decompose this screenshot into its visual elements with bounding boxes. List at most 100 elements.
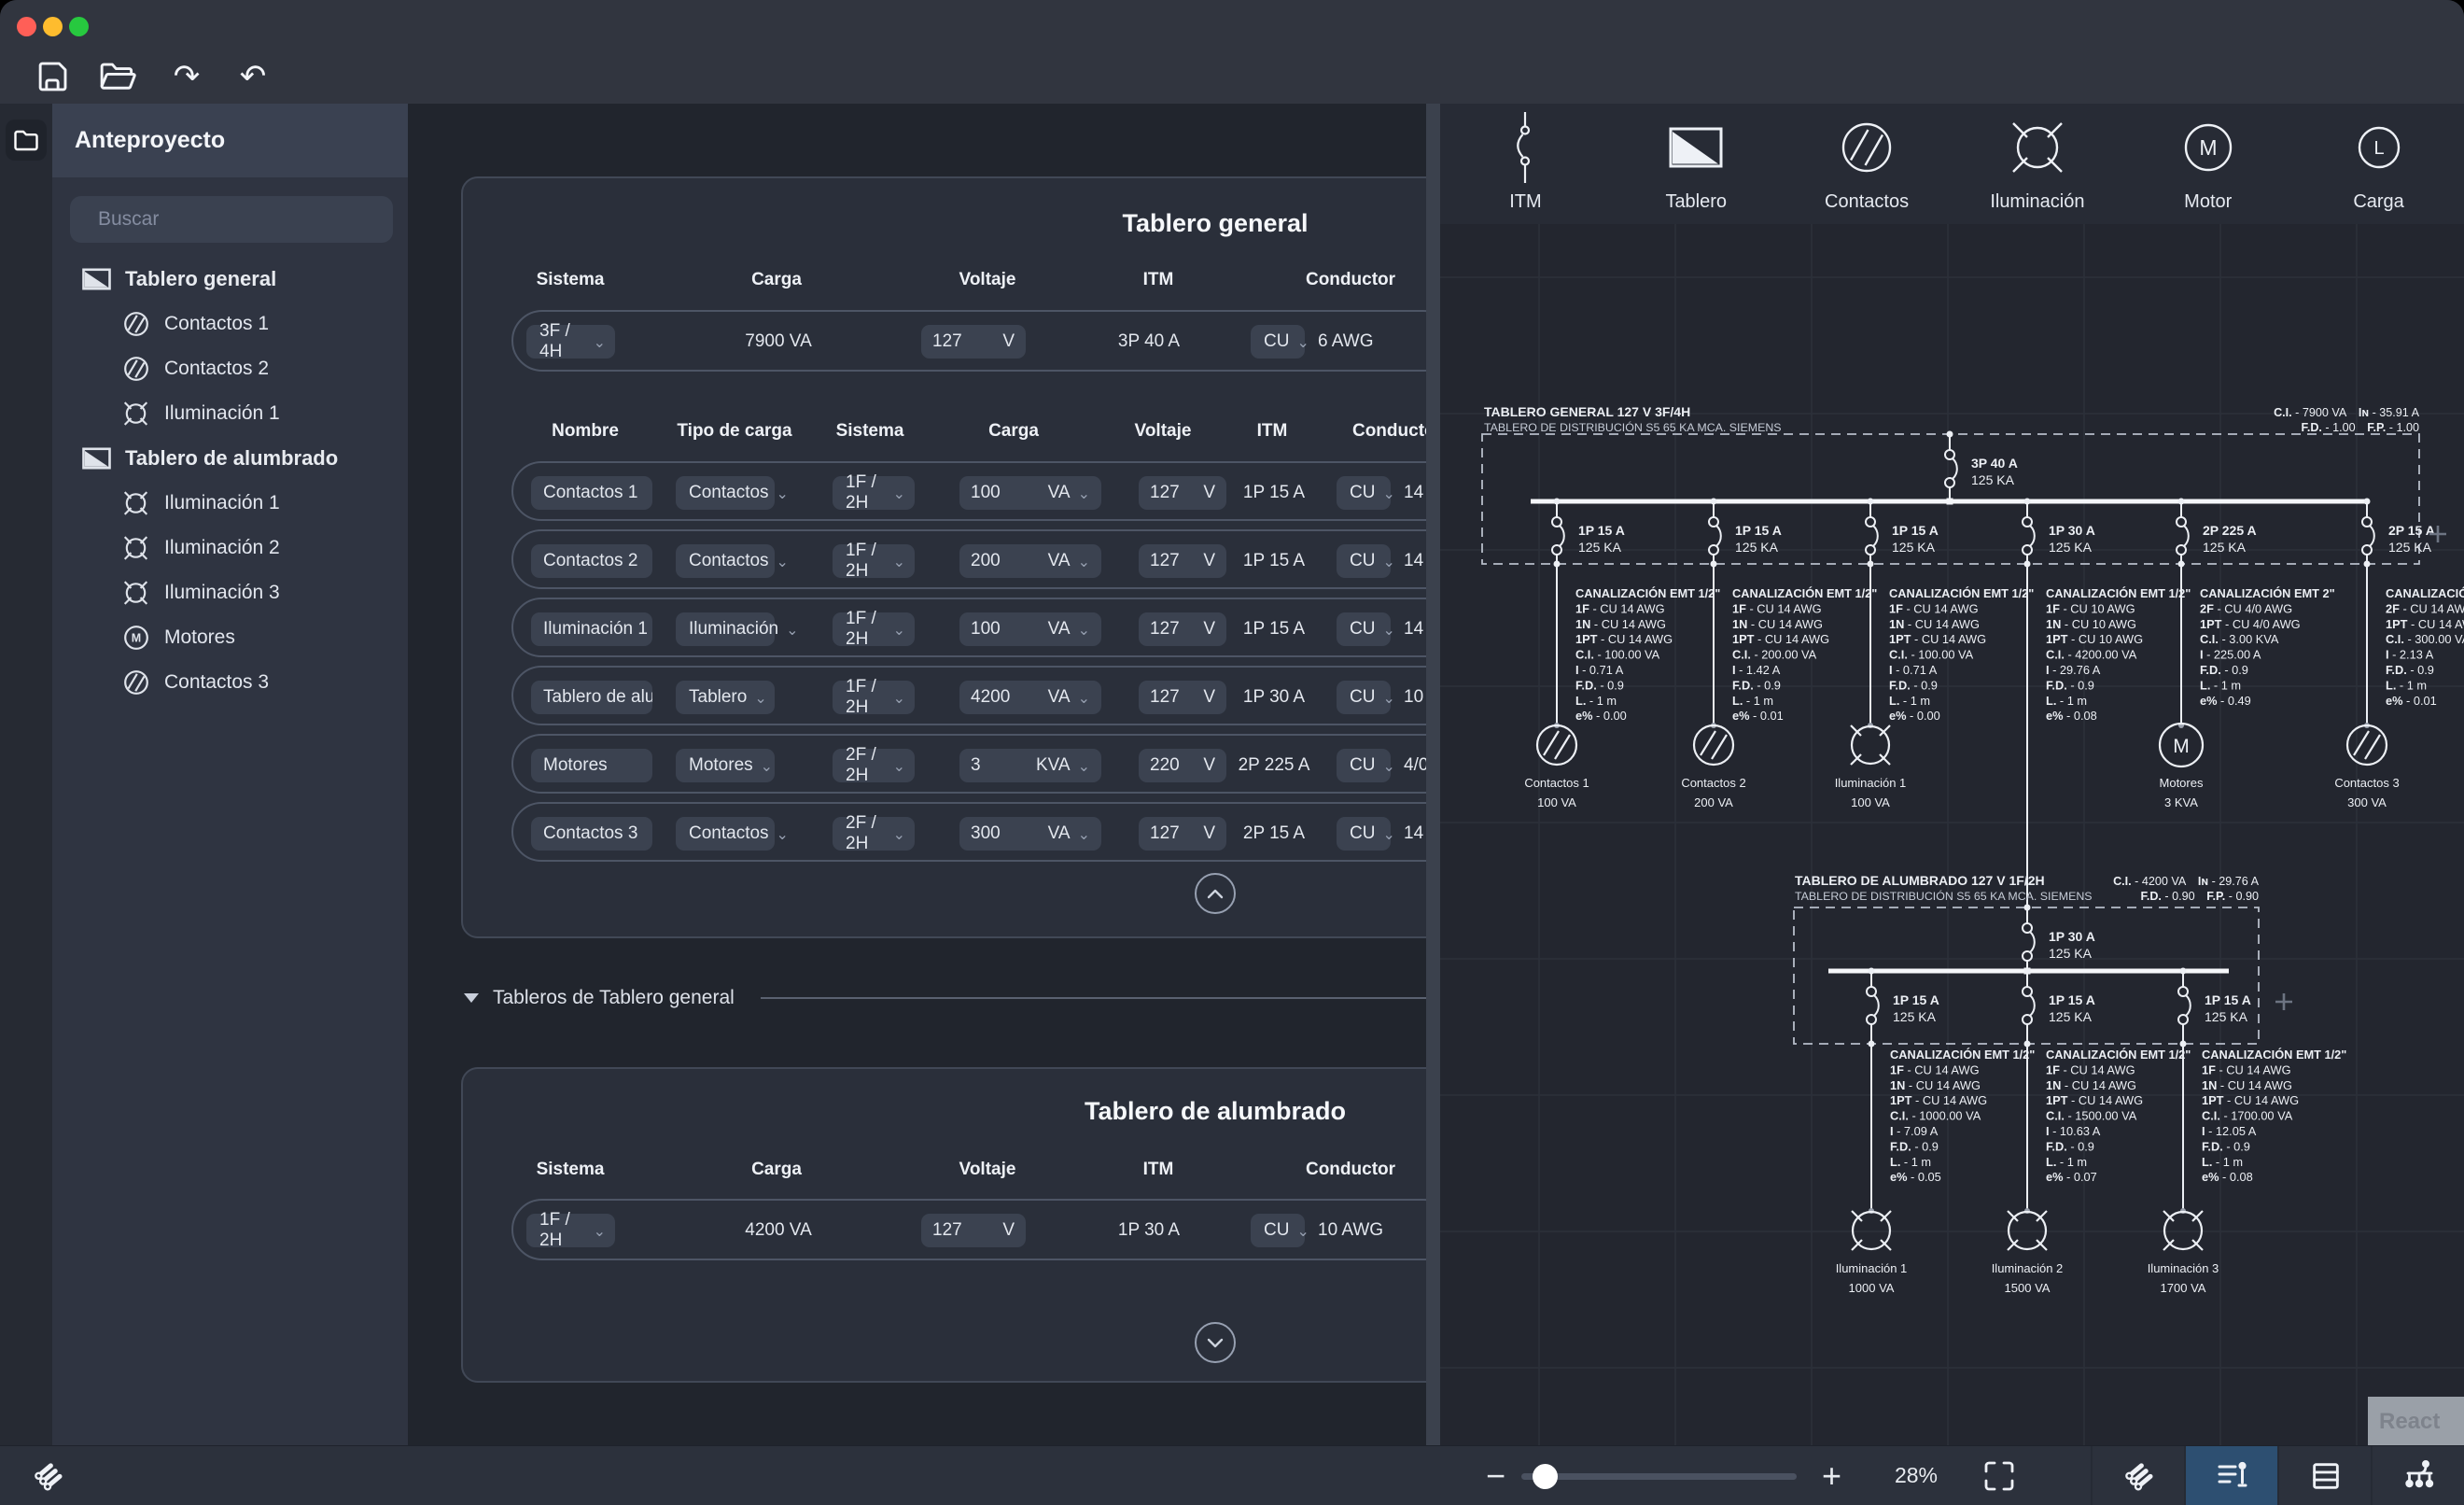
carga-input[interactable]: 100VA⌄ [959,612,1101,646]
sistema-select[interactable]: 2F / 2H⌄ [833,817,915,851]
voltaje-input[interactable]: 127V [1139,544,1226,578]
carga-input[interactable]: 100VA⌄ [959,476,1101,510]
carga-unit-select[interactable]: VA⌄ [1048,687,1090,708]
nombre-input[interactable]: Contactos 2 [531,544,652,578]
iluminacion-symbol-icon [2007,104,2068,191]
svg-text:1N - CU 14 AWG: 1N - CU 14 AWG [1890,1078,1981,1092]
tree-item-iluminación-2[interactable]: Iluminación 2 [52,526,408,570]
undo-icon: ↷ [174,61,201,92]
nombre-input[interactable]: Tablero de alu [531,681,652,714]
nombre-input[interactable]: Contactos 1 [531,476,652,510]
sistema-select[interactable]: 1F / 2H⌄ [833,612,915,646]
zoom-window-button[interactable] [69,17,89,36]
palette-item-motor[interactable]: MMotor [2122,104,2293,224]
sub-panels-section-header[interactable]: Tableros de Tablero general [408,978,1426,1019]
nombre-input[interactable]: Motores [531,749,652,782]
sistema-select[interactable]: 1F / 2H⌄ [833,544,915,578]
tree-item-contactos-1[interactable]: Contactos 1 [52,302,408,346]
carga-input[interactable]: 3KVA⌄ [959,749,1101,782]
diagram-tree-view-button[interactable] [2371,1446,2464,1505]
minimize-window-button[interactable] [43,17,63,36]
voltaje-input[interactable]: 127V [921,325,1026,359]
palette-item-carga[interactable]: LCarga [2293,104,2464,224]
tree-item-motores[interactable]: MMotores [52,615,408,660]
tree-item-iluminación-3[interactable]: Iluminación 3 [52,570,408,615]
carga-unit-select[interactable]: VA⌄ [1048,619,1090,640]
tree-item-contactos-2[interactable]: Contactos 2 [52,346,408,391]
carga-input[interactable]: 200VA⌄ [959,544,1101,578]
tipo-de-carga-select[interactable]: Contactos⌄ [676,544,775,578]
tree-item-tablero-de-alumbrado[interactable]: Tablero de alumbrado [52,436,408,481]
tree-item-iluminación-1[interactable]: Iluminación 1 [52,481,408,526]
conduit-settings-button[interactable] [26,1446,71,1505]
diagram-canvas[interactable]: TABLERO GENERAL 127 V 3F/4HTABLERO DE DI… [1440,224,2464,1446]
conductor-awg-value: 14 AWG [1404,476,1426,510]
chevron-down-icon: ⌄ [594,1222,606,1240]
zoom-slider[interactable] [1521,1473,1797,1480]
svg-text:M: M [2173,736,2190,757]
sistema-select[interactable]: 3F / 4H⌄ [526,325,615,359]
zoom-out-button[interactable]: − [1486,1446,1505,1505]
conductor-material-select[interactable]: CU⌄ [1337,749,1391,782]
svg-text:1000 VA: 1000 VA [1849,1281,1895,1295]
voltaje-input[interactable]: 127V [1139,612,1226,646]
tipo-de-carga-select[interactable]: Contactos⌄ [676,817,775,851]
nombre-input[interactable]: Contactos 3 [531,817,652,851]
undo-button[interactable]: ↷ [164,54,209,99]
single-line-diagram[interactable]: TABLERO GENERAL 127 V 3F/4HTABLERO DE DI… [1440,224,2464,1446]
conductor-material-select[interactable]: CU⌄ [1337,817,1391,851]
carga-input[interactable]: 4200VA⌄ [959,681,1101,714]
voltaje-input[interactable]: 220V [1139,749,1226,782]
sistema-select[interactable]: 2F / 2H⌄ [833,749,915,782]
conductor-material-select[interactable]: CU⌄ [1337,476,1391,510]
tipo-de-carga-select[interactable]: Motores⌄ [676,749,775,782]
conductor-awg-value: 10 AWG [1318,1214,1383,1247]
voltaje-input[interactable]: 127V [1139,681,1226,714]
table-view-button[interactable] [2277,1446,2373,1505]
palette-item-contactos[interactable]: Contactos [1782,104,1953,224]
carga-unit-select[interactable]: VA⌄ [1048,483,1090,503]
carga-unit-select[interactable]: VA⌄ [1048,551,1090,571]
palette-item-iluminación[interactable]: Iluminación [1952,104,2122,224]
expand-rows-button[interactable] [1195,1322,1236,1363]
tree-item-iluminación-1[interactable]: Iluminación 1 [52,391,408,436]
sistema-select[interactable]: 1F / 2H⌄ [526,1214,615,1247]
tipo-de-carga-select[interactable]: Contactos⌄ [676,476,775,510]
palette-item-itm[interactable]: ITM [1440,104,1611,224]
palette-item-tablero[interactable]: Tablero [1611,104,1782,224]
voltaje-input[interactable]: 127V [1139,817,1226,851]
zoom-slider-thumb[interactable] [1533,1464,1558,1489]
tree-item-tablero-general[interactable]: Tablero general [52,257,408,302]
conduit-view-button[interactable] [2091,1446,2186,1505]
carga-unit-select[interactable]: KVA⌄ [1036,755,1090,776]
panel-schedule-view-button[interactable] [2184,1446,2279,1505]
conductor-material-select[interactable]: CU⌄ [1251,325,1305,359]
close-window-button[interactable] [17,17,36,36]
tipo-de-carga-select[interactable]: Tablero⌄ [676,681,775,714]
fit-to-screen-button[interactable] [1977,1446,2022,1505]
conductor-material-select[interactable]: CU⌄ [1337,544,1391,578]
tipo-de-carga-select[interactable]: Iluminación⌄ [676,612,775,646]
zoom-in-button[interactable]: + [1822,1446,1841,1505]
nombre-input[interactable]: Iluminación 1 [531,612,652,646]
redo-button[interactable]: ↶ [231,54,275,99]
sistema-select[interactable]: 1F / 2H⌄ [833,681,915,714]
search-input[interactable] [70,196,393,243]
panel-scrollbar[interactable] [1426,104,1440,1446]
sistema-select[interactable]: 1F / 2H⌄ [833,476,915,510]
voltaje-input[interactable]: 127V [1139,476,1226,510]
svg-text:1F - CU 14 AWG: 1F - CU 14 AWG [2202,1062,2291,1076]
conductor-material-select[interactable]: CU⌄ [1251,1214,1305,1247]
open-button[interactable] [95,54,140,99]
tree-item-contactos-3[interactable]: Contactos 3 [52,660,408,705]
svg-text:C.I. - 3.00 KVA: C.I. - 3.00 KVA [2200,632,2279,646]
carga-unit-select[interactable]: VA⌄ [1048,823,1090,844]
project-folder-button[interactable] [6,120,47,161]
carga-input[interactable]: 300VA⌄ [959,817,1101,851]
conductor-material-select[interactable]: CU⌄ [1337,681,1391,714]
conductor-material-select[interactable]: CU⌄ [1337,612,1391,646]
voltaje-input[interactable]: 127V [921,1214,1026,1247]
save-button[interactable] [30,54,75,99]
diagram-panel[interactable]: TABLERO GENERAL 127 V 3F/4HTABLERO DE DI… [1482,404,2464,907]
collapse-rows-button[interactable] [1195,873,1236,914]
